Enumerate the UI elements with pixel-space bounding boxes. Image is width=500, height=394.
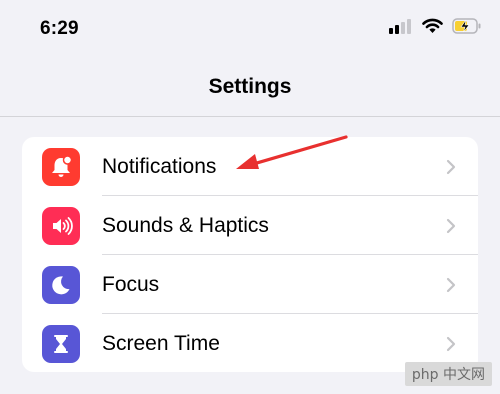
bell-icon — [52, 154, 73, 177]
screen-time-icon-tile — [42, 324, 80, 363]
moon-icon — [52, 275, 70, 294]
settings-row-label: Notifications — [102, 154, 217, 178]
battery-charging-icon — [452, 18, 481, 34]
speaker-icon — [53, 216, 73, 235]
red-arrow-icon — [236, 135, 348, 169]
settings-row-label: Focus — [102, 272, 160, 296]
sounds-icon-tile — [42, 206, 80, 245]
page-title: Settings — [208, 75, 292, 98]
wifi-icon — [422, 18, 443, 33]
settings-row-label: Sounds & Haptics — [102, 213, 269, 237]
nav-bar: Settings — [0, 60, 500, 117]
status-bar: 6:29 — [0, 0, 500, 60]
chevron-right-icon — [446, 336, 456, 351]
focus-icon-tile — [42, 265, 80, 304]
cellular-signal-icon — [389, 19, 411, 34]
status-time: 6:29 — [40, 18, 79, 39]
notifications-icon-tile — [42, 147, 80, 186]
watermark-badge: php 中文网 — [404, 362, 492, 386]
settings-row-focus[interactable]: Focus — [22, 255, 478, 314]
chevron-right-icon — [446, 277, 456, 292]
settings-row-label: Screen Time — [102, 331, 220, 355]
settings-row-sounds-haptics[interactable]: Sounds & Haptics — [22, 196, 478, 255]
status-icons — [389, 18, 482, 34]
chevron-right-icon — [446, 218, 456, 233]
chevron-right-icon — [446, 159, 456, 174]
hourglass-icon — [54, 334, 68, 353]
